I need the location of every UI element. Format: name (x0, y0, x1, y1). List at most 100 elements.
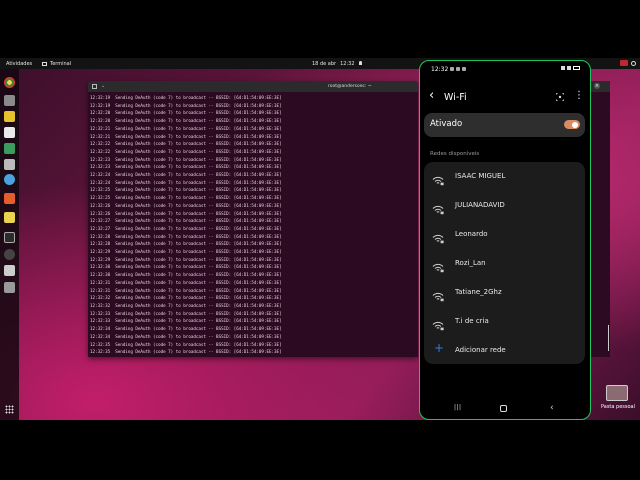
terminal-line: 12:32:26 Sending DeAuth (code 7) to broa… (90, 210, 282, 216)
network-row[interactable]: JULIANADAVID (424, 191, 585, 220)
phone-system-icons (561, 66, 580, 70)
terminal-icon[interactable] (4, 232, 15, 243)
show-apps-icon[interactable] (5, 405, 14, 414)
network-name: Leonardo (455, 230, 488, 238)
scrollbar[interactable] (608, 325, 609, 351)
terminal-line: 12:32:20 Sending DeAuth (code 7) to broa… (90, 118, 282, 124)
toggle-knob (572, 121, 578, 128)
terminal-line: 12:32:24 Sending DeAuth (code 7) to broa… (90, 172, 282, 178)
phone-time: 12:32 (431, 66, 449, 73)
terminal-line: 12:32:28 Sending DeAuth (code 7) to broa… (90, 241, 282, 247)
chevron-down-icon[interactable]: ⌄ (101, 83, 108, 89)
writer-icon[interactable] (4, 127, 15, 138)
wifi-locked-icon (432, 200, 444, 215)
plus-icon: + (434, 341, 445, 355)
terminal-line: 12:32:19 Sending DeAuth (code 7) to broa… (90, 95, 282, 100)
bell-icon (358, 61, 362, 65)
terminal-line: 12:32:19 Sending DeAuth (code 7) to broa… (90, 102, 282, 108)
terminal-line: 12:32:34 Sending DeAuth (code 7) to broa… (90, 333, 282, 339)
terminal-line: 12:32:33 Sending DeAuth (code 7) to broa… (90, 310, 282, 316)
terminal-window[interactable]: ⌄ root@andersoec: ~ 12:32:19 Sending DeA… (88, 81, 418, 357)
more-options-icon[interactable]: ⋮ (574, 90, 584, 102)
phone-status-bar: 12:32 (420, 65, 589, 75)
page-title: Wi-Fi (444, 92, 467, 103)
terminal-line: 12:32:24 Sending DeAuth (code 7) to broa… (90, 179, 282, 185)
terminal-line: 12:32:20 Sending DeAuth (code 7) to broa… (90, 110, 282, 116)
calc-icon[interactable] (4, 159, 15, 170)
wifi-locked-icon (432, 171, 444, 186)
available-networks-label: Redes disponíveis (430, 151, 480, 157)
terminal-line: 12:32:29 Sending DeAuth (code 7) to broa… (90, 256, 282, 262)
clock[interactable]: 18 de abr 12:32 (312, 61, 362, 67)
terminal-line: 12:32:27 Sending DeAuth (code 7) to broa… (90, 218, 282, 224)
app-store-icon[interactable] (4, 193, 15, 204)
wifi-toggle-switch[interactable] (564, 120, 580, 129)
terminal-line: 12:32:21 Sending DeAuth (code 7) to broa… (90, 125, 282, 131)
home-folder-icon[interactable] (606, 385, 628, 401)
app-menu[interactable]: Terminal (42, 61, 71, 67)
network-name: JULIANADAVID (455, 201, 505, 209)
terminal-line: 12:32:25 Sending DeAuth (code 7) to broa… (90, 195, 282, 201)
network-row[interactable]: T.i de cria (424, 307, 585, 336)
network-row[interactable]: Leonardo (424, 220, 585, 249)
terminal-app-icon (42, 61, 47, 66)
clock-time: 12:32 (340, 60, 355, 67)
terminal-output: 12:32:19 Sending DeAuth (code 7) to broa… (88, 92, 418, 356)
new-tab-icon[interactable] (92, 84, 97, 89)
terminal-line: 12:32:30 Sending DeAuth (code 7) to broa… (90, 264, 282, 270)
terminal-line: 12:32:23 Sending DeAuth (code 7) to broa… (90, 156, 282, 162)
terminal-line: 12:32:31 Sending DeAuth (code 7) to broa… (90, 287, 282, 293)
terminal-line: 12:32:22 Sending DeAuth (code 7) to broa… (90, 141, 282, 147)
wifi-toggle-label: Ativado (430, 119, 463, 129)
wifi-locked-icon (432, 258, 444, 273)
wifi-header: ‹ Wi-Fi ⋮ (420, 87, 589, 109)
terminal-line: 12:32:27 Sending DeAuth (code 7) to broa… (90, 225, 282, 231)
close-icon[interactable]: × (594, 83, 600, 89)
software-icon[interactable] (4, 174, 15, 185)
qr-scan-icon[interactable] (556, 93, 564, 101)
trash-dock-icon[interactable] (4, 282, 15, 293)
network-row[interactable]: Rozi_Lan (424, 249, 585, 278)
back-icon[interactable]: ‹ (429, 89, 434, 103)
help-icon[interactable] (4, 212, 15, 223)
add-network-button[interactable]: + Adicionar rede (424, 336, 585, 365)
rhythmbox-icon[interactable] (4, 111, 15, 122)
files-icon[interactable] (4, 95, 15, 106)
terminal-line: 12:32:35 Sending DeAuth (code 7) to broa… (90, 349, 282, 355)
settings-icon[interactable] (4, 249, 15, 260)
activities-button[interactable]: Atividades (6, 61, 32, 67)
terminal-line: 12:32:29 Sending DeAuth (code 7) to broa… (90, 249, 282, 255)
battery-icon (573, 66, 580, 70)
signal-icon (561, 66, 565, 70)
background-window[interactable]: × (588, 81, 610, 357)
terminal-line: 12:32:21 Sending DeAuth (code 7) to broa… (90, 133, 282, 139)
add-network-label: Adicionar rede (455, 346, 506, 354)
network-row[interactable]: Tatiane_2Ghz (424, 278, 585, 307)
terminal-line: 12:32:31 Sending DeAuth (code 7) to broa… (90, 279, 282, 285)
home-button[interactable] (500, 405, 507, 412)
record-icon (620, 60, 628, 66)
chrome-icon[interactable] (4, 77, 15, 88)
network-list: ISAAC MIGUEL JULIANADAVID Leonardo Rozi_Lan… (424, 162, 585, 364)
system-status[interactable] (620, 60, 636, 66)
clock-date: 18 de abr (312, 60, 337, 67)
image-viewer-icon[interactable] (4, 143, 15, 154)
network-name: ISAAC MIGUEL (455, 172, 506, 180)
disk-icon[interactable] (4, 265, 15, 276)
phone-mirror: 12:32 ‹ Wi-Fi ⋮ Ativado Redes disponívei… (419, 60, 591, 420)
network-name: Tatiane_2Ghz (455, 288, 502, 296)
wifi-toggle-row[interactable]: Ativado (424, 113, 585, 137)
power-icon (631, 60, 636, 66)
network-row[interactable]: ISAAC MIGUEL (424, 162, 585, 191)
nav-back-button[interactable]: ‹ (550, 403, 554, 413)
terminal-line: 12:32:28 Sending DeAuth (code 7) to broa… (90, 233, 282, 239)
wifi-locked-icon (432, 316, 444, 331)
network-name: Rozi_Lan (455, 259, 486, 267)
home-folder-label: Pasta pessoal (600, 404, 636, 410)
app-name: Terminal (50, 60, 72, 67)
terminal-line: 12:32:35 Sending DeAuth (code 7) to broa… (90, 341, 282, 347)
terminal-line: 12:32:33 Sending DeAuth (code 7) to broa… (90, 318, 282, 324)
terminal-titlebar[interactable]: ⌄ root@andersoec: ~ (88, 81, 418, 92)
terminal-line: 12:32:34 Sending DeAuth (code 7) to broa… (90, 326, 282, 332)
recent-apps-button[interactable]: ||| (454, 403, 462, 413)
